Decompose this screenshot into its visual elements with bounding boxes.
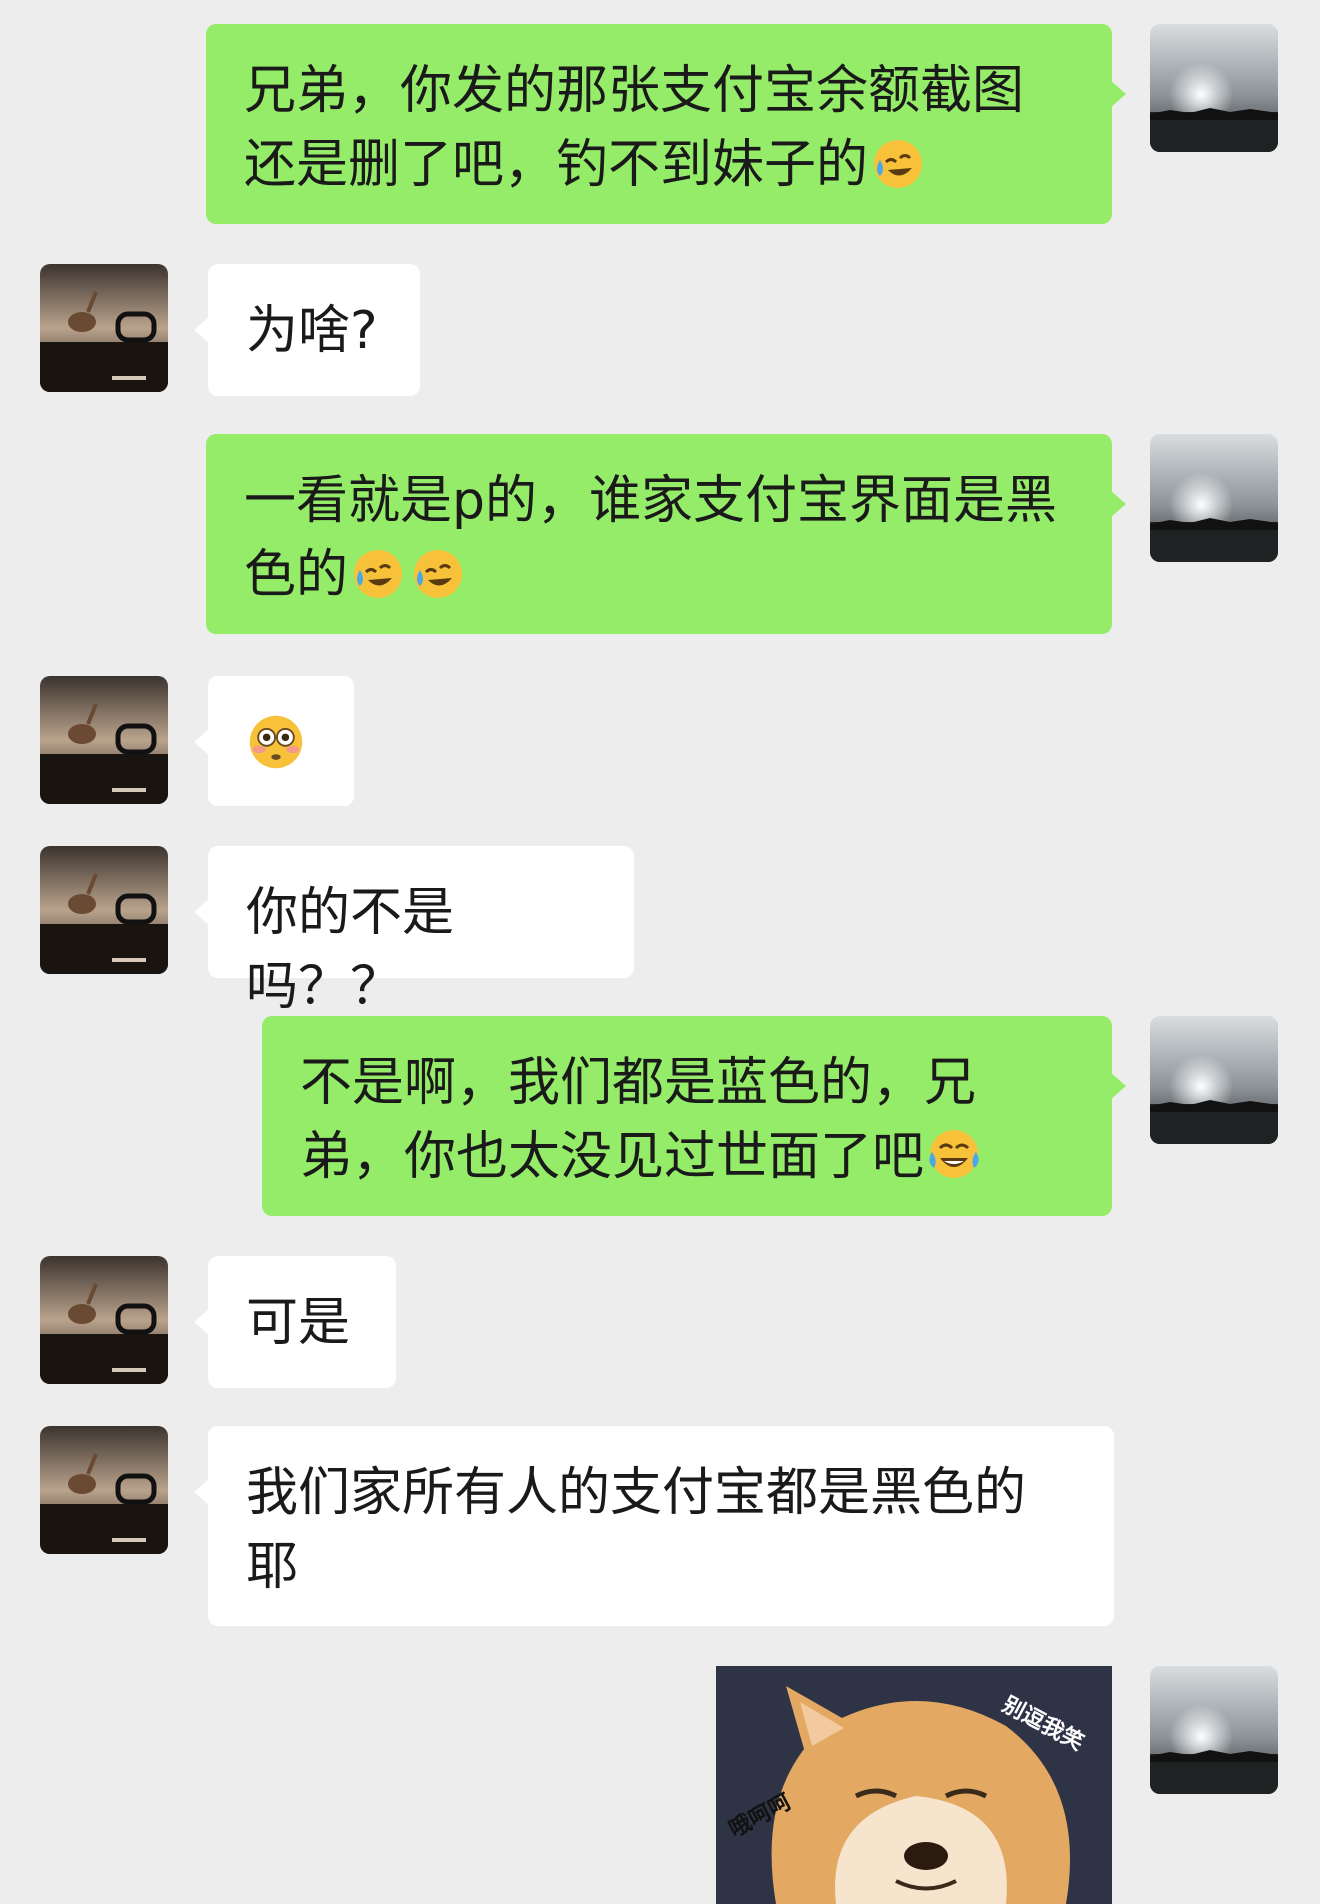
friend-avatar[interactable] xyxy=(40,1426,168,1554)
message-text: 你的不是吗？？ xyxy=(246,883,455,1017)
message-bubble-received[interactable]: 可是 xyxy=(194,1256,396,1388)
flushed-emoji-icon xyxy=(246,712,310,776)
crying-laughing-emoji-icon xyxy=(348,542,408,602)
friend-avatar[interactable] xyxy=(40,846,168,974)
message-bubble-sent[interactable]: 一看就是p的，谁家支付宝界面是黑色的 xyxy=(206,434,1126,634)
shiba-dog-sticker[interactable]: 别逗我笑 哦呵呵 xyxy=(716,1666,1112,1904)
message-text: 为啥? xyxy=(246,301,378,361)
message-bubble-received[interactable] xyxy=(194,676,354,806)
my-avatar[interactable] xyxy=(1150,24,1278,152)
message-bubble-sent[interactable]: 兄弟，你发的那张支付宝余额截图还是删了吧，钓不到妹子的 xyxy=(206,24,1126,224)
friend-avatar[interactable] xyxy=(40,676,168,804)
message-text: 可是 xyxy=(246,1293,351,1353)
message-text: 我们家所有人的支付宝都是黑色的耶 xyxy=(246,1463,1027,1597)
my-avatar[interactable] xyxy=(1150,1666,1278,1794)
message-bubble-sent[interactable]: 不是啊，我们都是蓝色的，兄弟，你也太没见过世面了吧 xyxy=(262,1016,1126,1216)
my-avatar[interactable] xyxy=(1150,434,1278,562)
crying-laughing-emoji-icon xyxy=(868,132,928,192)
crying-laughing-emoji-icon xyxy=(408,542,468,602)
message-text: 不是啊，我们都是蓝色的，兄弟，你也太没见过世面了吧 xyxy=(300,1053,977,1187)
my-avatar[interactable] xyxy=(1150,1016,1278,1144)
friend-avatar[interactable] xyxy=(40,1256,168,1384)
tears-of-joy-emoji-icon xyxy=(924,1124,984,1184)
message-bubble-received[interactable]: 为啥? xyxy=(194,264,420,396)
message-bubble-received[interactable]: 你的不是吗？？ xyxy=(194,846,634,1017)
message-bubble-received[interactable]: 我们家所有人的支付宝都是黑色的耶 xyxy=(194,1426,1114,1626)
friend-avatar[interactable] xyxy=(40,264,168,392)
